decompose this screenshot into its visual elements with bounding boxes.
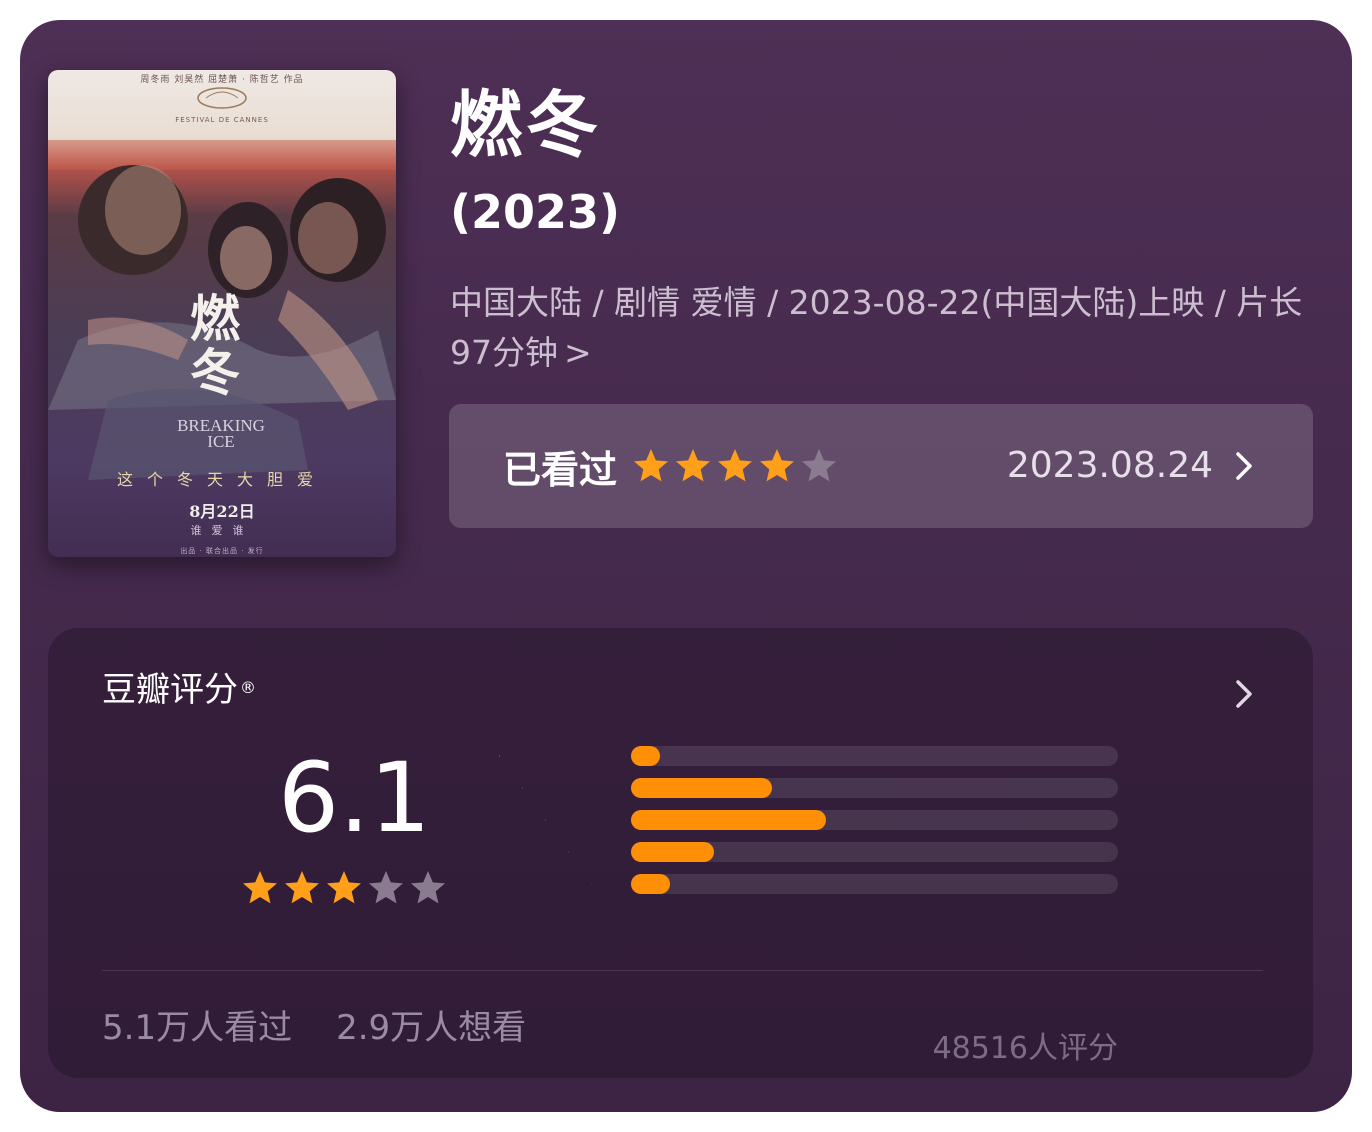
registered-mark: ® (240, 678, 256, 697)
distribution-bar-3 (631, 810, 826, 830)
movie-meta[interactable]: 中国大陆 / 剧情 爱情 / 2023-08-22(中国大陆)上映 / 片长97… (450, 278, 1320, 378)
distribution-bar-track (631, 810, 1118, 830)
movie-card: 周冬雨 刘昊然 屈楚萧 · 陈哲艺 作品 FESTIVAL DE CANNES … (20, 20, 1352, 1112)
star-empty-icon (545, 808, 546, 832)
star-empty-icon (366, 868, 406, 908)
distribution-bar-track (631, 842, 1118, 862)
star-empty-icon (591, 872, 592, 896)
want-count[interactable]: 2.9万人想看 (336, 1008, 526, 1048)
star-empty-icon (568, 840, 569, 864)
chevron-right-icon (1236, 452, 1252, 480)
poster-tagline: 这个冬天大胆爱 (116, 470, 327, 489)
poster-date: 8月22日 (189, 502, 255, 521)
star-filled-icon (673, 446, 713, 486)
star-filled-icon (757, 446, 797, 486)
star-empty-icon (799, 446, 839, 486)
poster-festival: FESTIVAL DE CANNES (175, 116, 269, 124)
poster-credits: 周冬雨 刘昊然 屈楚萧 · 陈哲艺 作品 (140, 75, 304, 85)
distribution-bar-1 (631, 874, 670, 894)
watched-count[interactable]: 5.1万人看过 (102, 1008, 292, 1048)
distribution-bar-track (631, 778, 1118, 798)
douban-rating-panel[interactable]: 豆瓣评分 ® 6.1 48516人评分 5.1万人看过 2.9万人想看 (48, 628, 1313, 1078)
distribution-bar-2 (631, 842, 714, 862)
poster-title: 燃冬 (190, 289, 240, 402)
divider (102, 970, 1263, 971)
movie-year: (2023) (450, 185, 621, 239)
distribution-bar-track (631, 874, 1118, 894)
poster-english-title: BREAKING ICE (177, 416, 265, 451)
rating-title: 豆瓣评分 ® (102, 668, 256, 712)
distribution-bar-5 (631, 746, 660, 766)
star-filled-icon (631, 446, 671, 486)
star-empty-icon (499, 744, 500, 768)
rating-title-text: 豆瓣评分 (102, 670, 238, 710)
distribution-bar-track (631, 746, 1118, 766)
rating-score-stars (240, 868, 450, 908)
poster-logos: 出品 · 联合出品 · 发行 (180, 547, 264, 555)
watched-date: 2023.08.24 (1006, 445, 1213, 486)
movie-poster[interactable]: 周冬雨 刘昊然 屈楚萧 · 陈哲艺 作品 FESTIVAL DE CANNES … (48, 70, 396, 557)
star-empty-icon (522, 776, 523, 800)
poster-subtitle: 谁爱谁 (190, 524, 254, 537)
user-rating-stars (631, 446, 841, 486)
star-filled-icon (282, 868, 322, 908)
distribution-bar-4 (631, 778, 772, 798)
rating-votes: 48516人评分 (932, 1031, 1118, 1066)
watched-status-row[interactable]: 已看过 2023.08.24 (449, 404, 1313, 528)
chevron-right-icon: > (564, 333, 592, 372)
chevron-right-icon[interactable] (1229, 672, 1259, 716)
star-filled-icon (324, 868, 364, 908)
movie-title: 燃冬 (450, 83, 603, 167)
star-empty-icon (408, 868, 448, 908)
rating-score: 6.1 (278, 742, 431, 854)
watched-label: 已看过 (503, 447, 618, 492)
star-filled-icon (240, 868, 280, 908)
star-filled-icon (715, 446, 755, 486)
audience-stats: 5.1万人看过 2.9万人想看 (102, 1006, 570, 1050)
